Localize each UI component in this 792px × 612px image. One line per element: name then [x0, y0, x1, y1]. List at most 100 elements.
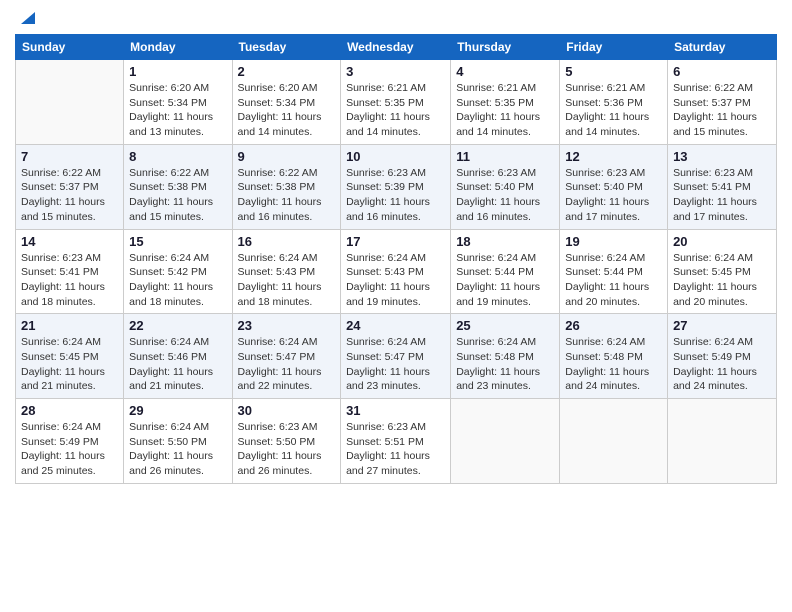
day-number: 11	[456, 149, 554, 164]
day-cell: 8 Sunrise: 6:22 AMSunset: 5:38 PMDaylight…	[124, 144, 232, 229]
day-cell: 4 Sunrise: 6:21 AMSunset: 5:35 PMDaylight…	[451, 60, 560, 145]
day-info: Sunrise: 6:23 AMSunset: 5:41 PMDaylight:…	[673, 166, 771, 225]
day-number: 8	[129, 149, 226, 164]
day-info: Sunrise: 6:23 AMSunset: 5:40 PMDaylight:…	[456, 166, 554, 225]
day-info: Sunrise: 6:23 AMSunset: 5:41 PMDaylight:…	[21, 251, 118, 310]
day-cell: 21Sunrise: 6:24 AMSunset: 5:45 PMDayligh…	[16, 314, 124, 399]
day-number: 23	[238, 318, 336, 333]
day-info: Sunrise: 6:21 AMSunset: 5:35 PMDaylight:…	[346, 81, 445, 140]
day-number: 31	[346, 403, 445, 418]
header-sunday: Sunday	[16, 35, 124, 60]
day-info: Sunrise: 6:24 AMSunset: 5:44 PMDaylight:…	[456, 251, 554, 310]
header-saturday: Saturday	[668, 35, 777, 60]
day-number: 17	[346, 234, 445, 249]
day-cell: 13 Sunrise: 6:23 AMSunset: 5:41 PMDayligh…	[668, 144, 777, 229]
day-number: 13	[673, 149, 771, 164]
day-cell	[668, 399, 777, 484]
day-info: Sunrise: 6:24 AMSunset: 5:44 PMDaylight:…	[565, 251, 662, 310]
day-number: 2	[238, 64, 336, 79]
day-info: Sunrise: 6:24 AMSunset: 5:42 PMDaylight:…	[129, 251, 226, 310]
day-number: 28	[21, 403, 118, 418]
day-cell: 25 Sunrise: 6:24 AMSunset: 5:48 PMDayligh…	[451, 314, 560, 399]
day-cell	[16, 60, 124, 145]
day-info: Sunrise: 6:24 AMSunset: 5:48 PMDaylight:…	[456, 335, 554, 394]
day-cell: 1 Sunrise: 6:20 AMSunset: 5:34 PMDaylight…	[124, 60, 232, 145]
day-cell: 23 Sunrise: 6:24 AMSunset: 5:47 PMDayligh…	[232, 314, 341, 399]
day-cell: 17Sunrise: 6:24 AMSunset: 5:43 PMDayligh…	[341, 229, 451, 314]
day-cell	[560, 399, 668, 484]
day-number: 10	[346, 149, 445, 164]
day-info: Sunrise: 6:22 AMSunset: 5:38 PMDaylight:…	[129, 166, 226, 225]
day-number: 7	[21, 149, 118, 164]
day-cell: 19 Sunrise: 6:24 AMSunset: 5:44 PMDayligh…	[560, 229, 668, 314]
day-cell: 28 Sunrise: 6:24 AMSunset: 5:49 PMDayligh…	[16, 399, 124, 484]
week-row-5: 28 Sunrise: 6:24 AMSunset: 5:49 PMDayligh…	[16, 399, 777, 484]
day-number: 27	[673, 318, 771, 333]
day-number: 24	[346, 318, 445, 333]
day-cell: 10 Sunrise: 6:23 AMSunset: 5:39 PMDayligh…	[341, 144, 451, 229]
day-number: 1	[129, 64, 226, 79]
day-number: 9	[238, 149, 336, 164]
day-number: 12	[565, 149, 662, 164]
day-info: Sunrise: 6:21 AMSunset: 5:35 PMDaylight:…	[456, 81, 554, 140]
day-number: 19	[565, 234, 662, 249]
header-row: SundayMondayTuesdayWednesdayThursdayFrid…	[16, 35, 777, 60]
day-info: Sunrise: 6:24 AMSunset: 5:50 PMDaylight:…	[129, 420, 226, 479]
day-cell: 16 Sunrise: 6:24 AMSunset: 5:43 PMDayligh…	[232, 229, 341, 314]
day-info: Sunrise: 6:20 AMSunset: 5:34 PMDaylight:…	[129, 81, 226, 140]
day-number: 5	[565, 64, 662, 79]
day-info: Sunrise: 6:24 AMSunset: 5:47 PMDaylight:…	[238, 335, 336, 394]
header	[15, 10, 777, 26]
day-cell: 11 Sunrise: 6:23 AMSunset: 5:40 PMDayligh…	[451, 144, 560, 229]
day-cell: 24 Sunrise: 6:24 AMSunset: 5:47 PMDayligh…	[341, 314, 451, 399]
day-cell: 15 Sunrise: 6:24 AMSunset: 5:42 PMDayligh…	[124, 229, 232, 314]
logo	[15, 10, 35, 26]
day-cell: 27 Sunrise: 6:24 AMSunset: 5:49 PMDayligh…	[668, 314, 777, 399]
day-cell: 31 Sunrise: 6:23 AMSunset: 5:51 PMDayligh…	[341, 399, 451, 484]
day-cell: 20Sunrise: 6:24 AMSunset: 5:45 PMDayligh…	[668, 229, 777, 314]
day-number: 26	[565, 318, 662, 333]
header-thursday: Thursday	[451, 35, 560, 60]
day-number: 30	[238, 403, 336, 418]
week-row-3: 14 Sunrise: 6:23 AMSunset: 5:41 PMDayligh…	[16, 229, 777, 314]
day-cell: 5 Sunrise: 6:21 AMSunset: 5:36 PMDaylight…	[560, 60, 668, 145]
day-info: Sunrise: 6:24 AMSunset: 5:45 PMDaylight:…	[21, 335, 118, 394]
day-info: Sunrise: 6:22 AMSunset: 5:37 PMDaylight:…	[673, 81, 771, 140]
day-number: 14	[21, 234, 118, 249]
day-cell: 6Sunrise: 6:22 AMSunset: 5:37 PMDaylight…	[668, 60, 777, 145]
day-info: Sunrise: 6:21 AMSunset: 5:36 PMDaylight:…	[565, 81, 662, 140]
day-cell: 2 Sunrise: 6:20 AMSunset: 5:34 PMDaylight…	[232, 60, 341, 145]
day-info: Sunrise: 6:23 AMSunset: 5:40 PMDaylight:…	[565, 166, 662, 225]
day-cell: 18 Sunrise: 6:24 AMSunset: 5:44 PMDayligh…	[451, 229, 560, 314]
day-info: Sunrise: 6:24 AMSunset: 5:45 PMDaylight:…	[673, 251, 771, 310]
day-number: 15	[129, 234, 226, 249]
day-number: 4	[456, 64, 554, 79]
day-cell: 29 Sunrise: 6:24 AMSunset: 5:50 PMDayligh…	[124, 399, 232, 484]
day-number: 25	[456, 318, 554, 333]
day-number: 3	[346, 64, 445, 79]
day-number: 29	[129, 403, 226, 418]
day-number: 18	[456, 234, 554, 249]
day-cell: 12 Sunrise: 6:23 AMSunset: 5:40 PMDayligh…	[560, 144, 668, 229]
day-info: Sunrise: 6:24 AMSunset: 5:43 PMDaylight:…	[238, 251, 336, 310]
day-number: 16	[238, 234, 336, 249]
header-monday: Monday	[124, 35, 232, 60]
logo-triangle-icon	[17, 8, 35, 26]
week-row-4: 21Sunrise: 6:24 AMSunset: 5:45 PMDayligh…	[16, 314, 777, 399]
day-cell: 9Sunrise: 6:22 AMSunset: 5:38 PMDaylight…	[232, 144, 341, 229]
day-info: Sunrise: 6:23 AMSunset: 5:39 PMDaylight:…	[346, 166, 445, 225]
day-info: Sunrise: 6:23 AMSunset: 5:51 PMDaylight:…	[346, 420, 445, 479]
day-info: Sunrise: 6:23 AMSunset: 5:50 PMDaylight:…	[238, 420, 336, 479]
day-info: Sunrise: 6:24 AMSunset: 5:46 PMDaylight:…	[129, 335, 226, 394]
day-info: Sunrise: 6:22 AMSunset: 5:37 PMDaylight:…	[21, 166, 118, 225]
day-info: Sunrise: 6:20 AMSunset: 5:34 PMDaylight:…	[238, 81, 336, 140]
week-row-1: 1 Sunrise: 6:20 AMSunset: 5:34 PMDaylight…	[16, 60, 777, 145]
header-friday: Friday	[560, 35, 668, 60]
day-info: Sunrise: 6:24 AMSunset: 5:49 PMDaylight:…	[673, 335, 771, 394]
day-info: Sunrise: 6:24 AMSunset: 5:47 PMDaylight:…	[346, 335, 445, 394]
day-cell	[451, 399, 560, 484]
header-wednesday: Wednesday	[341, 35, 451, 60]
day-cell: 7 Sunrise: 6:22 AMSunset: 5:37 PMDaylight…	[16, 144, 124, 229]
day-cell: 22Sunrise: 6:24 AMSunset: 5:46 PMDayligh…	[124, 314, 232, 399]
day-info: Sunrise: 6:24 AMSunset: 5:49 PMDaylight:…	[21, 420, 118, 479]
